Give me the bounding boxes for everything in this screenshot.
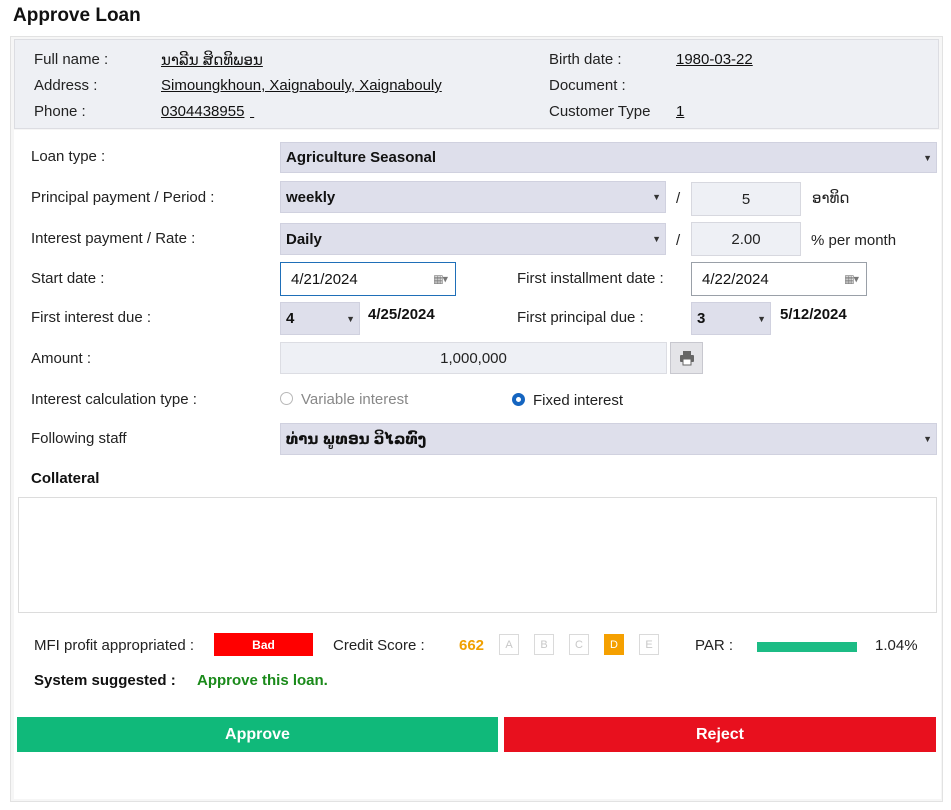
- variable-interest-radio[interactable]: [280, 392, 293, 405]
- par-value: 1.04%: [875, 637, 918, 654]
- first-principal-due-value: 3: [697, 310, 706, 327]
- chevron-down-icon: ▼: [923, 434, 932, 444]
- fixed-interest-label[interactable]: Fixed interest: [533, 392, 623, 409]
- first-interest-due-label: First interest due :: [31, 309, 152, 326]
- first-installment-value: 4/22/2024: [702, 270, 769, 288]
- collateral-textarea[interactable]: [18, 497, 937, 613]
- first-principal-due-date: 5/12/2024: [780, 306, 847, 323]
- phone-label: Phone :: [34, 103, 86, 120]
- amount-label: Amount :: [31, 350, 92, 367]
- reject-button[interactable]: Reject: [504, 717, 936, 752]
- fixed-interest-radio[interactable]: [512, 393, 525, 406]
- rate-value: 2.00: [731, 230, 761, 248]
- loan-type-label: Loan type :: [31, 148, 106, 165]
- first-installment-label: First installment date :: [517, 270, 664, 287]
- address-label: Address :: [34, 77, 98, 94]
- phone-underline-trail: [250, 103, 259, 120]
- interest-payment-label: Interest payment / Rate :: [31, 230, 196, 247]
- customer-type-value[interactable]: 1: [676, 103, 684, 120]
- calendar-icon[interactable]: ▦▾: [844, 273, 859, 286]
- chevron-down-icon: ▼: [923, 152, 932, 163]
- rate-unit: % per month: [811, 232, 897, 249]
- chevron-down-icon: ▼: [346, 313, 355, 324]
- credit-score-value: 662: [459, 637, 485, 654]
- interest-payment-value: Daily: [286, 230, 322, 248]
- print-button[interactable]: [670, 342, 703, 374]
- period-input[interactable]: 5: [691, 182, 801, 216]
- birth-date-label: Birth date :: [549, 51, 622, 68]
- period-unit: ອາທິດ: [812, 190, 850, 207]
- principal-payment-label: Principal payment / Period :: [31, 189, 215, 206]
- grade-e: E: [639, 634, 659, 655]
- first-installment-input[interactable]: 4/22/2024 ▦▾: [691, 262, 867, 296]
- par-bar: [757, 642, 857, 652]
- first-principal-due-label: First principal due :: [517, 309, 644, 326]
- amount-input[interactable]: 1,000,000: [280, 342, 667, 374]
- principal-payment-value: weekly: [286, 188, 336, 206]
- par-label: PAR :: [695, 637, 734, 654]
- interest-payment-select[interactable]: Daily ▼: [280, 223, 666, 255]
- phone-value[interactable]: 0304438955: [161, 103, 244, 120]
- birth-date-value[interactable]: 1980-03-22: [676, 51, 753, 68]
- document-label: Document :: [549, 77, 626, 94]
- system-suggested-value: Approve this loan.: [197, 672, 328, 689]
- following-staff-select[interactable]: ທ່ານ ພູທອນ ວິໄລທົງ ▼: [280, 423, 937, 455]
- loan-type-select[interactable]: Agriculture Seasonal ▼: [280, 142, 937, 173]
- full-name-value[interactable]: ນາລີນ ສິດທິພອນ: [161, 51, 263, 69]
- rate-separator: /: [676, 232, 681, 249]
- customer-type-label: Customer Type: [549, 103, 651, 120]
- chevron-down-icon: ▼: [652, 192, 661, 202]
- customer-info-panel: [14, 39, 939, 129]
- rate-input[interactable]: 2.00: [691, 222, 801, 256]
- grade-c: C: [569, 634, 589, 655]
- loan-type-value: Agriculture Seasonal: [286, 149, 437, 166]
- approve-button[interactable]: Approve: [17, 717, 498, 752]
- grade-d: D: [604, 634, 624, 655]
- chevron-down-icon: ▼: [652, 234, 661, 244]
- system-suggested-label: System suggested :: [34, 672, 176, 689]
- start-date-input[interactable]: 4/21/2024 ▦▾: [280, 262, 456, 296]
- full-name-label: Full name :: [34, 51, 109, 68]
- start-date-label: Start date :: [31, 270, 105, 287]
- following-staff-label: Following staff: [31, 430, 127, 447]
- page-title: Approve Loan: [13, 5, 141, 26]
- period-separator: /: [676, 190, 681, 207]
- collateral-label: Collateral: [31, 470, 100, 487]
- credit-score-label: Credit Score :: [333, 637, 425, 654]
- print-icon: [679, 351, 694, 366]
- first-interest-due-date: 4/25/2024: [368, 306, 435, 323]
- mfi-profit-label: MFI profit appropriated :: [34, 637, 195, 654]
- address-value[interactable]: Simoungkhoun, Xaignabouly, Xaignabouly: [161, 77, 442, 94]
- first-principal-due-select[interactable]: 3 ▼: [691, 302, 771, 335]
- mfi-profit-badge: Bad: [214, 633, 313, 656]
- following-staff-value: ທ່ານ ພູທອນ ວິໄລທົງ: [286, 431, 427, 448]
- grade-a: A: [499, 634, 519, 655]
- grade-b: B: [534, 634, 554, 655]
- chevron-down-icon: ▼: [757, 313, 766, 324]
- principal-payment-select[interactable]: weekly ▼: [280, 181, 666, 213]
- calendar-icon[interactable]: ▦▾: [433, 273, 448, 286]
- start-date-value: 4/21/2024: [291, 270, 358, 288]
- first-interest-due-value: 4: [286, 310, 295, 327]
- mfi-profit-value: Bad: [252, 637, 275, 652]
- variable-interest-label[interactable]: Variable interest: [301, 391, 408, 408]
- amount-value: 1,000,000: [440, 349, 507, 367]
- first-interest-due-select[interactable]: 4 ▼: [280, 302, 360, 335]
- period-value: 5: [741, 190, 751, 208]
- calc-type-label: Interest calculation type :: [31, 391, 197, 408]
